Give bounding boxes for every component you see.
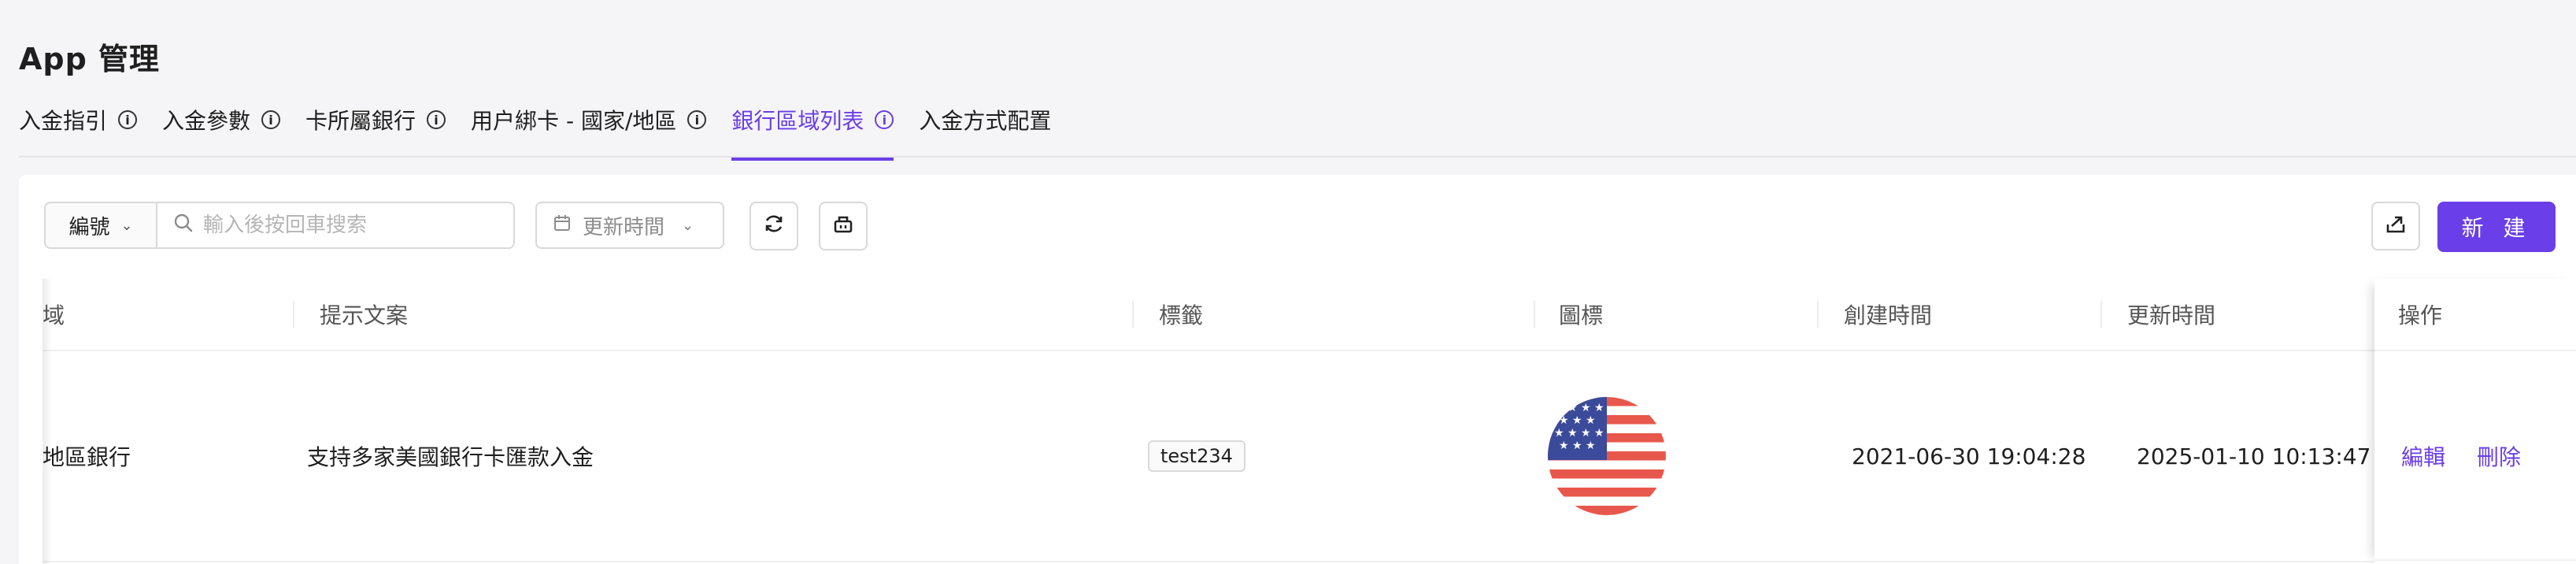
search-field-select[interactable]: 編號 ⌄ — [44, 202, 157, 249]
clear-filter-icon — [831, 212, 855, 241]
new-button[interactable]: 新 建 — [2437, 202, 2556, 252]
svg-text:★ ★ ★ ★: ★ ★ ★ ★ — [1554, 427, 1604, 440]
column-header-hint-text: 提示文案 — [320, 302, 409, 328]
tab-deposit-params[interactable]: 入金參數 i — [162, 102, 281, 137]
tab-bar: 入金指引 i 入金參數 i 卡所屬銀行 i 用户綁卡 - 國家/地區 i 銀行區域列表 i… — [19, 102, 1076, 161]
page-title: App 管理 — [19, 42, 161, 76]
table-header: 域 提示文案 標籤 圖標 創建時間 更新時間 — [43, 279, 2576, 351]
tab-label: 入金參數 — [162, 108, 251, 134]
us-flag-icon: ★ ★ ★ ★ ★ ★ ★ ★ ★ ★ ★ ★ ★ ★ — [1548, 397, 1666, 515]
tab-label: 入金指引 — [19, 108, 108, 134]
scroll-shadow — [43, 279, 52, 564]
search-input[interactable] — [202, 213, 488, 238]
tab-label: 入金方式配置 — [919, 108, 1052, 134]
refresh-icon — [762, 212, 786, 241]
column-header-updated: 更新時間 — [2127, 302, 2216, 328]
actions-column: 操作 編輯 刪除 — [2374, 279, 2576, 564]
edit-button[interactable]: 編輯 — [2401, 440, 2445, 472]
export-button[interactable] — [2371, 202, 2420, 250]
column-header-tag: 標籤 — [1159, 302, 1204, 328]
chevron-down-icon: ⌄ — [120, 217, 133, 234]
date-filter[interactable]: 更新時間 ⌄ — [535, 202, 724, 249]
tab-deposit-method-config[interactable]: 入金方式配置 — [919, 102, 1051, 137]
svg-text:★ ★ ★: ★ ★ ★ — [1559, 414, 1596, 427]
tab-label: 銀行區域列表 — [731, 108, 864, 134]
delete-button[interactable]: 刪除 — [2477, 440, 2521, 472]
tab-card-bank[interactable]: 卡所屬銀行 i — [305, 102, 446, 137]
cell-region: 地區銀行 — [43, 444, 131, 470]
search-box[interactable] — [156, 202, 515, 249]
data-table: 域 提示文案 標籤 圖標 創建時間 更新時間 地區銀行 支持多家美國銀行卡匯款入… — [43, 279, 2576, 564]
tab-label: 卡所屬銀行 — [305, 108, 416, 134]
calendar-icon — [553, 213, 572, 237]
content-panel: 編號 ⌄ 更新時間 ⌄ — [19, 175, 2576, 564]
cell-created: 2021-06-30 19:04:28 — [1852, 443, 2086, 469]
tab-label: 用户綁卡 - 國家/地區 — [471, 108, 677, 134]
refresh-button[interactable] — [749, 202, 798, 250]
column-divider — [2100, 301, 2102, 328]
svg-text:★ ★ ★ ★: ★ ★ ★ ★ — [1554, 402, 1604, 414]
column-divider — [1534, 301, 1535, 328]
row-divider — [2374, 559, 2576, 561]
column-header-actions: 操作 — [2398, 302, 2443, 328]
column-divider — [1132, 301, 1134, 328]
info-icon[interactable]: i — [875, 110, 894, 129]
svg-text:★ ★ ★: ★ ★ ★ — [1559, 440, 1596, 452]
column-divider — [293, 301, 294, 328]
column-header-created: 創建時間 — [1844, 302, 1933, 328]
cell-hint-text: 支持多家美國銀行卡匯款入金 — [307, 444, 594, 470]
clear-filter-button[interactable] — [819, 202, 868, 250]
info-icon[interactable]: i — [687, 110, 707, 129]
info-icon[interactable]: i — [261, 110, 281, 129]
tag-badge: test234 — [1148, 440, 1245, 472]
column-divider — [1817, 301, 1819, 328]
date-filter-label: 更新時間 — [583, 215, 665, 239]
export-icon — [2384, 212, 2408, 241]
column-header-icon: 圖標 — [1559, 302, 1604, 328]
cell-updated: 2025-01-10 10:13:47 — [2137, 443, 2371, 469]
search-field-value: 編號 — [68, 215, 110, 239]
tab-deposit-guide[interactable]: 入金指引 i — [19, 102, 138, 137]
tab-user-card-country[interactable]: 用户綁卡 - 國家/地區 i — [471, 102, 707, 137]
info-icon[interactable]: i — [118, 110, 138, 129]
tabs-divider — [19, 156, 2576, 158]
table-row: 地區銀行 支持多家美國銀行卡匯款入金 test234 ★ ★ ★ ★ ★ ★ ★… — [43, 351, 2576, 562]
search-icon — [173, 213, 194, 239]
tab-bank-region-list[interactable]: 銀行區域列表 i — [731, 102, 894, 161]
toolbar: 編號 ⌄ 更新時間 ⌄ — [44, 202, 2556, 252]
chevron-down-icon: ⌄ — [682, 217, 694, 234]
info-icon[interactable]: i — [427, 110, 446, 129]
